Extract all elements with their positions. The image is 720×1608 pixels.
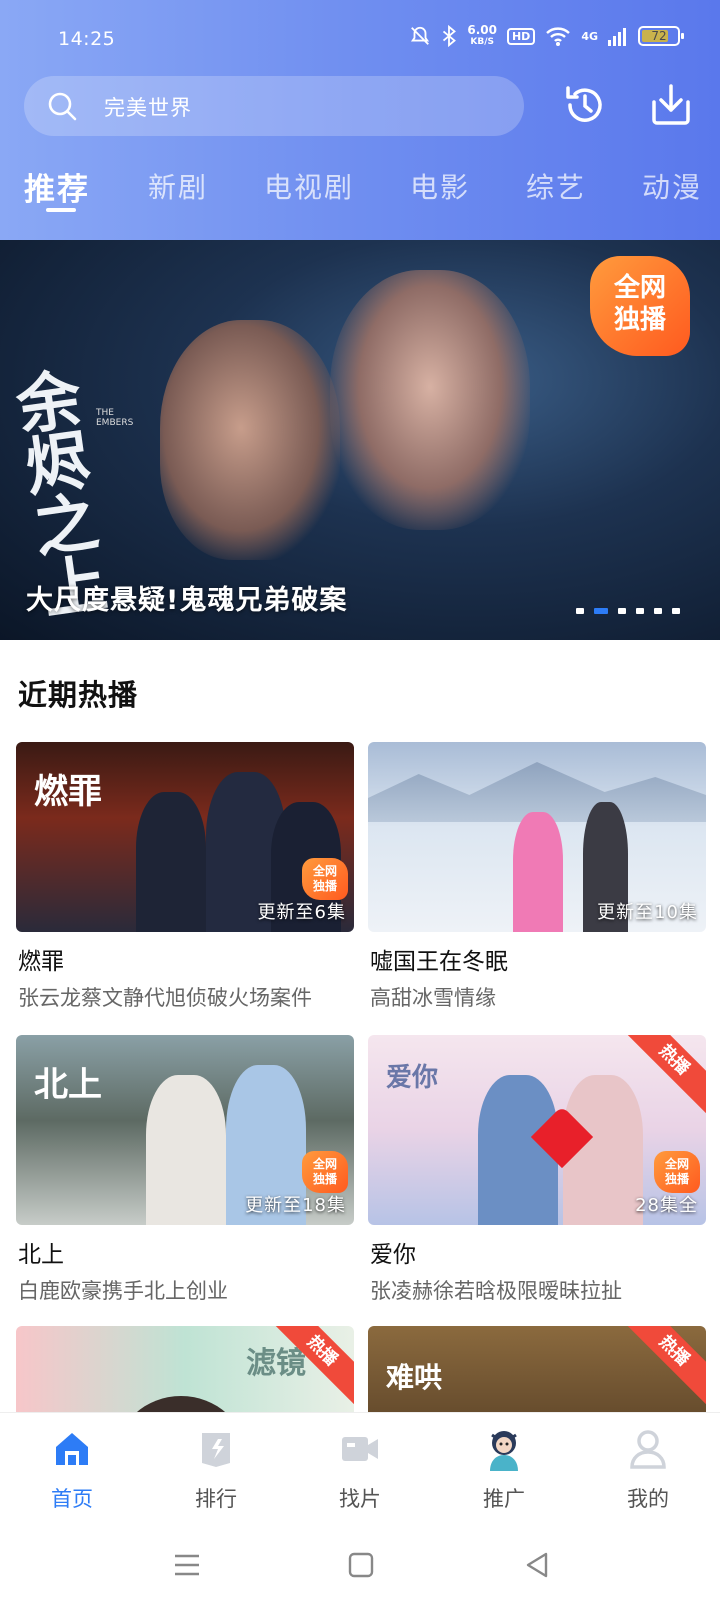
status-bar: 14:25 6.00 KB/S HD 4G 72 [0, 0, 720, 76]
exclusive-badge: 全网独播 [302, 1151, 348, 1193]
show-thumbnail[interactable]: 更新至10集 [368, 742, 706, 932]
carousel-dot[interactable] [672, 608, 680, 614]
history-icon[interactable] [560, 80, 610, 130]
poster-title: 北上 [34, 1065, 102, 1105]
poster-title: 爱你 [386, 1063, 439, 1093]
tab-variety[interactable]: 综艺 [526, 166, 586, 206]
show-description: 高甜冰雪情缘 [370, 986, 496, 1010]
signal-icon [608, 28, 626, 46]
carousel-dot-active[interactable] [594, 608, 608, 614]
nav-label: 推广 [483, 1487, 525, 1511]
carousel-dot[interactable] [654, 608, 662, 614]
show-description: 张云龙蔡文静代旭侦破火场案件 [18, 986, 312, 1010]
episode-status: 28集全 [635, 1195, 698, 1216]
back-icon[interactable] [520, 1548, 554, 1582]
carousel-dot[interactable] [636, 608, 644, 614]
nav-ranking[interactable]: 排行 [166, 1427, 266, 1513]
nav-label: 排行 [195, 1487, 237, 1511]
banner-figure-left [160, 320, 340, 560]
show-card-beishang[interactable]: 北上 全网独播 更新至18集 北上 白鹿欧豪携手北上创业 [16, 1035, 354, 1303]
search-icon [48, 92, 77, 121]
banner-caption: 大尺度悬疑!鬼魂兄弟破案 [26, 585, 348, 616]
home-icon [56, 1433, 88, 1465]
show-card-aini[interactable]: 爱你 热播 全网独播 28集全 爱你 张凌赫徐若晗极限暧昧拉扯 [368, 1035, 706, 1303]
carousel-dot[interactable] [576, 608, 584, 614]
poster-title: 燃罪 [34, 772, 102, 812]
nav-home[interactable]: 首页 [22, 1427, 122, 1513]
poster-title: 难哄 [386, 1361, 443, 1394]
search-placeholder: 完美世界 [104, 96, 192, 120]
banner-poster-subtitle: THE EMBERS [96, 408, 134, 428]
profile-icon [630, 1430, 666, 1469]
episode-status: 更新至6集 [257, 902, 346, 923]
bottom-nav: 首页 排行 找片 推广 我的 [0, 1412, 720, 1522]
mute-icon [411, 26, 430, 45]
tab-anime[interactable]: 动漫 [642, 166, 702, 206]
tab-indicator [46, 208, 76, 212]
show-title: 燃罪 [18, 949, 64, 975]
nav-label: 我的 [627, 1487, 669, 1511]
exclusive-badge: 全网独播 [654, 1151, 700, 1193]
ranking-icon [202, 1433, 230, 1467]
show-thumbnail[interactable]: 燃罪 全网独播 更新至6集 [16, 742, 354, 932]
nav-label: 找片 [339, 1487, 381, 1511]
nav-label: 首页 [51, 1487, 93, 1511]
nav-profile[interactable]: 我的 [598, 1427, 698, 1513]
bluetooth-icon [443, 25, 457, 47]
show-card-ranzui[interactable]: 燃罪 全网独播 更新至6集 燃罪 张云龙蔡文静代旭侦破火场案件 [16, 742, 354, 1010]
search-bar[interactable]: 完美世界 [24, 76, 524, 136]
system-nav-bar [0, 1522, 720, 1608]
tab-new-drama[interactable]: 新剧 [148, 166, 208, 206]
tab-recommended[interactable]: 推荐 [24, 164, 90, 209]
episode-status: 更新至18集 [245, 1195, 346, 1216]
home-button-icon[interactable] [344, 1548, 378, 1582]
nav-find[interactable]: 找片 [310, 1427, 410, 1513]
section-title: 近期热播 [18, 678, 139, 712]
tab-tv-series[interactable]: 电视剧 [264, 166, 354, 206]
signal-label: 4G [581, 29, 598, 43]
exclusive-badge: 全网独播 [302, 858, 348, 900]
nav-promo[interactable]: 推广 [454, 1427, 554, 1513]
net-speed: 6.00 KB/S [467, 23, 497, 47]
wifi-icon [546, 27, 571, 46]
show-title: 北上 [18, 1242, 64, 1268]
header: 14:25 6.00 KB/S HD 4G 72 完美世界 推荐 新剧 电视剧 电… [0, 0, 720, 240]
menu-icon[interactable] [170, 1548, 204, 1582]
carousel-dot[interactable] [618, 608, 626, 614]
promo-avatar-icon [490, 1431, 518, 1471]
show-title: 嘘国王在冬眠 [370, 949, 508, 975]
status-icons: 6.00 KB/S HD 4G 72 [409, 23, 684, 48]
hero-banner[interactable]: 余烬之上 THE EMBERS 全网独播 大尺度悬疑!鬼魂兄弟破案 [0, 240, 720, 640]
battery-icon: 72 [638, 26, 684, 46]
download-icon[interactable] [646, 80, 696, 130]
show-description: 白鹿欧豪携手北上创业 [18, 1279, 228, 1303]
show-thumbnail[interactable]: 爱你 热播 全网独播 28集全 [368, 1035, 706, 1225]
category-tabs: 推荐 新剧 电视剧 电影 综艺 动漫 [0, 160, 720, 220]
show-title: 爱你 [370, 1242, 416, 1268]
exclusive-badge: 全网独播 [590, 256, 690, 356]
hot-ribbon: 热播 [620, 1326, 706, 1405]
show-description: 张凌赫徐若晗极限暧昧拉扯 [370, 1279, 622, 1303]
video-camera-icon [342, 1437, 378, 1461]
episode-status: 更新至10集 [597, 902, 698, 923]
hd-badge: HD [506, 27, 536, 45]
tab-movies[interactable]: 电影 [410, 166, 470, 206]
carousel-dots [576, 608, 680, 614]
banner-figure-right [330, 270, 530, 530]
show-thumbnail[interactable]: 北上 全网独播 更新至18集 [16, 1035, 354, 1225]
status-time: 14:25 [58, 28, 116, 50]
show-card-xu-guowang[interactable]: 更新至10集 嘘国王在冬眠 高甜冰雪情缘 [368, 742, 706, 1010]
